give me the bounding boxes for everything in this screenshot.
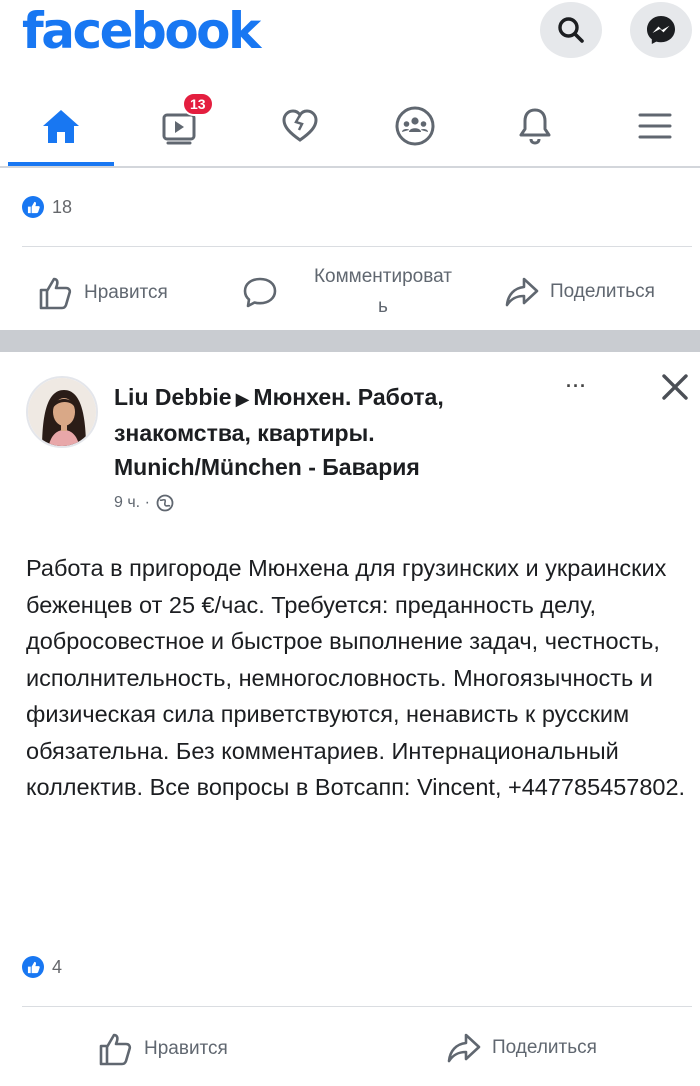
reactions-count: 4 — [52, 956, 63, 977]
comment-label: Комментироват ь — [313, 266, 452, 317]
more-options-button[interactable]: ··· — [566, 376, 587, 397]
share-button[interactable]: Поделиться — [504, 276, 655, 308]
post-time[interactable]: 9 ч. · — [114, 494, 150, 512]
share-label: Поделиться — [492, 1037, 597, 1058]
post-meta: 9 ч. · — [114, 494, 174, 512]
author-name[interactable]: Liu Debbie — [114, 384, 232, 410]
thumbs-up-icon — [99, 1033, 132, 1066]
search-icon — [558, 17, 584, 43]
feed-separator — [0, 330, 700, 352]
tab-home[interactable] — [8, 86, 114, 166]
facebook-logo[interactable]: facebook — [22, 2, 261, 60]
hide-post-button[interactable] — [660, 372, 690, 407]
close-icon — [662, 374, 688, 400]
tab-menu[interactable] — [605, 86, 700, 166]
post-text: Работа в пригороде Мюнхена для грузински… — [26, 555, 686, 800]
like-reaction-icon — [22, 956, 44, 978]
top-bar: facebook — [0, 0, 700, 70]
divider — [22, 246, 692, 247]
like-reaction-icon — [22, 196, 44, 218]
share-label: Поделиться — [550, 281, 655, 302]
post-header: Liu Debbie ▶ Мюнхен. Работа, знакомства, к… — [114, 380, 554, 484]
tab-notifications[interactable] — [485, 86, 585, 166]
groups-icon — [395, 106, 435, 146]
share-icon — [447, 1033, 481, 1063]
arrow-right-icon: ▶ — [235, 389, 250, 409]
share-button[interactable]: Поделиться — [446, 1032, 597, 1064]
menu-icon — [638, 113, 672, 139]
post-reactions[interactable]: 4 — [22, 956, 62, 978]
thumbs-up-icon — [39, 277, 72, 310]
like-button[interactable]: Нравится — [98, 1032, 228, 1066]
tab-groups[interactable] — [365, 86, 465, 166]
dating-heart-icon — [282, 109, 318, 142]
main-navigation: 13 — [0, 86, 700, 168]
watch-notification-badge: 13 — [182, 92, 214, 116]
tab-watch[interactable]: 13 — [130, 86, 230, 166]
avatar-photo — [28, 378, 96, 446]
like-button[interactable]: Нравится — [38, 276, 168, 310]
messenger-icon — [647, 16, 675, 44]
tab-dating[interactable] — [250, 86, 350, 166]
author-avatar[interactable] — [26, 376, 98, 448]
like-label: Нравится — [84, 282, 168, 303]
messenger-button[interactable] — [630, 2, 692, 58]
divider — [22, 1006, 692, 1007]
comment-icon — [243, 277, 277, 308]
search-button[interactable] — [540, 2, 602, 58]
home-icon — [43, 110, 79, 143]
comment-button[interactable]: Комментироват ь — [242, 262, 478, 322]
globe-icon — [156, 494, 174, 512]
share-icon — [505, 277, 539, 307]
prev-post-reactions[interactable]: 18 — [22, 196, 72, 218]
like-label: Нравится — [144, 1038, 228, 1059]
bell-icon — [519, 108, 551, 145]
reactions-count: 18 — [52, 196, 73, 217]
